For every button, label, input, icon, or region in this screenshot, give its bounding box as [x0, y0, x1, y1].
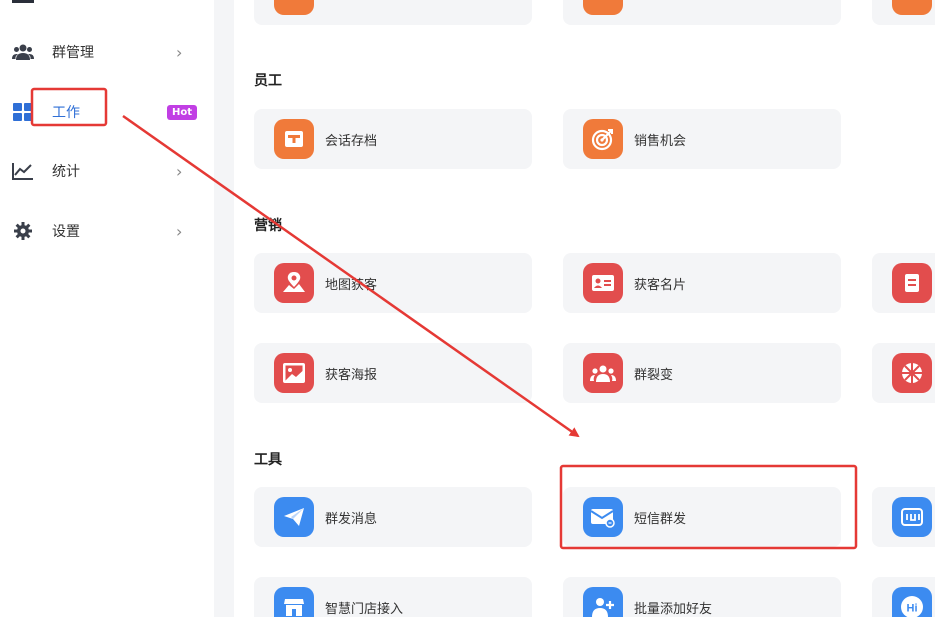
card-label: 获客名片 — [634, 278, 687, 293]
section-title-tools: 工具 — [254, 452, 282, 468]
sidebar-item-work[interactable]: 工作 Hot — [0, 92, 214, 132]
svg-text:Hi: Hi — [907, 603, 918, 615]
envelope-icon — [583, 497, 623, 537]
section-title-marketing: 营销 — [254, 218, 282, 234]
chevron-right-icon: › — [176, 221, 183, 241]
sidebar-divider — [214, 0, 234, 617]
card-label: 群发消息 — [325, 512, 378, 527]
document-icon — [892, 263, 932, 303]
sidebar-item-statistics[interactable]: 统计 › — [0, 151, 214, 191]
chevron-right-icon: › — [176, 161, 183, 181]
app-icon — [892, 0, 932, 15]
map-pin-icon — [274, 263, 314, 303]
card-label: 智慧门店接入 — [325, 602, 404, 617]
card-sales-opportunity[interactable]: 销售机会 — [563, 109, 841, 169]
card-label: 地图获客 — [325, 278, 378, 293]
card-bulk-add-friends[interactable]: 批量添加好友 — [563, 577, 841, 617]
card-group-fission[interactable]: 群裂变 — [563, 343, 841, 403]
target-icon — [583, 119, 623, 159]
card-label: 会话存档 — [325, 134, 378, 149]
image-icon — [274, 353, 314, 393]
wheel-icon — [892, 353, 932, 393]
card-partial[interactable] — [254, 0, 532, 25]
archive-icon — [274, 119, 314, 159]
chevron-right-icon: › — [176, 42, 183, 62]
card-label: 群裂变 — [634, 368, 674, 383]
paper-plane-icon — [274, 497, 314, 537]
loop-icon — [892, 497, 932, 537]
card-sms-broadcast[interactable]: 短信群发 — [563, 487, 841, 547]
sidebar-item-label: 工作 — [52, 105, 80, 121]
app-icon — [583, 0, 623, 15]
menu-icon — [12, 0, 34, 3]
card-mass-message[interactable]: 群发消息 — [254, 487, 532, 547]
card-label: 短信群发 — [634, 512, 687, 527]
sidebar-item-label: 设置 — [52, 224, 80, 240]
hi-icon: Hi — [892, 587, 932, 617]
card-label: 获客海报 — [325, 368, 378, 383]
card-acquisition-poster[interactable]: 获客海报 — [254, 343, 532, 403]
card-partial[interactable] — [872, 253, 935, 313]
app-icon — [274, 0, 314, 15]
card-partial[interactable] — [872, 487, 935, 547]
card-label: 销售机会 — [634, 134, 687, 149]
card-smart-store[interactable]: 智慧门店接入 — [254, 577, 532, 617]
sidebar-item-settings[interactable]: 设置 › — [0, 211, 214, 251]
card-session-archive[interactable]: 会话存档 — [254, 109, 532, 169]
hot-badge: Hot — [167, 104, 198, 120]
chart-icon — [12, 160, 34, 182]
store-icon — [274, 587, 314, 617]
grid-icon — [12, 101, 34, 123]
main-content: 员工 会话存档 销售机会 营销 地图获客 获客名片 获客海报 群裂变 工具 群发… — [234, 0, 935, 617]
card-partial[interactable] — [563, 0, 841, 25]
gear-icon — [12, 220, 34, 242]
add-user-icon — [583, 587, 623, 617]
sidebar-item-group-management[interactable]: 群管理 › — [0, 32, 214, 72]
card-partial[interactable]: Hi — [872, 577, 935, 617]
card-partial[interactable] — [872, 0, 935, 25]
card-partial[interactable] — [872, 343, 935, 403]
sidebar-item-label: 统计 — [52, 164, 80, 180]
sidebar: 群管理 › 工作 Hot 统计 › 设置 › — [0, 0, 214, 617]
card-business-card[interactable]: 获客名片 — [563, 253, 841, 313]
card-map-acquisition[interactable]: 地图获客 — [254, 253, 532, 313]
id-card-icon — [583, 263, 623, 303]
sidebar-item-label: 群管理 — [52, 45, 94, 61]
users-icon — [12, 41, 34, 63]
group-icon — [583, 353, 623, 393]
section-title-staff: 员工 — [254, 73, 282, 89]
card-label: 批量添加好友 — [634, 602, 713, 617]
